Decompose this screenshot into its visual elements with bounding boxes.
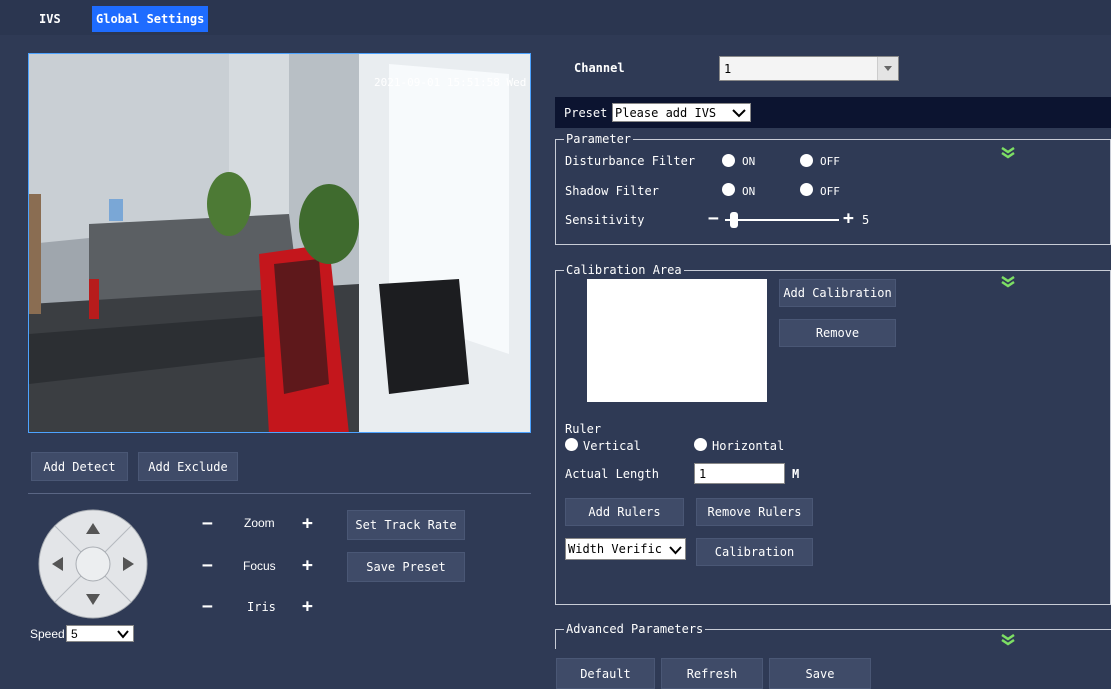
vertical-radio[interactable] [565, 438, 578, 451]
preset-select[interactable]: Please add IVS [612, 103, 751, 122]
iris-minus-button[interactable]: − [202, 598, 213, 616]
zoom-minus-button[interactable]: − [202, 515, 213, 533]
video-preview[interactable]: 2021-09-01 15:51:58 Wed [28, 53, 531, 433]
actual-length-label: Actual Length [565, 467, 659, 481]
width-verification-value: Width Verific [568, 542, 662, 556]
speed-label: Speed [30, 627, 65, 641]
zoom-plus-button[interactable]: + [302, 515, 313, 533]
add-rulers-button[interactable]: Add Rulers [565, 498, 684, 526]
collapse-chevron-icon[interactable] [1001, 276, 1015, 288]
vertical-label: Vertical [583, 439, 641, 453]
width-verification-select[interactable]: Width Verific [565, 538, 686, 560]
remove-calibration-button[interactable]: Remove [779, 319, 896, 347]
channel-dropdown-button[interactable] [877, 57, 898, 80]
default-button[interactable]: Default [556, 658, 655, 689]
calibration-area-canvas[interactable] [587, 279, 767, 402]
focus-plus-button[interactable]: + [302, 557, 313, 575]
sensitivity-plus-button[interactable]: + [843, 210, 854, 228]
channel-label: Channel [574, 61, 625, 75]
caret-down-icon [884, 66, 892, 71]
chevron-down-icon [117, 630, 129, 639]
ptz-joystick[interactable] [38, 509, 148, 619]
actual-length-input[interactable]: 1 [694, 463, 785, 484]
sensitivity-value: 5 [862, 213, 870, 227]
speed-value: 5 [71, 626, 78, 641]
shadow-off-label: OFF [820, 185, 840, 198]
save-preset-button[interactable]: Save Preset [347, 552, 465, 582]
iris-plus-button[interactable]: + [302, 598, 313, 616]
tab-global-settings[interactable]: Global Settings [92, 6, 209, 32]
tab-bar: IVS Global Settings [0, 0, 1111, 35]
camera-scene-image: 2021-09-01 15:51:58 Wed [29, 54, 530, 432]
horizontal-label: Horizontal [712, 439, 785, 453]
shadow-off-radio[interactable] [800, 183, 813, 196]
advanced-left-border [555, 629, 556, 649]
channel-value: 1 [724, 61, 732, 76]
remove-rulers-button[interactable]: Remove Rulers [696, 498, 813, 526]
video-timestamp: 2021-09-01 15:51:58 Wed [374, 76, 526, 89]
disturbance-on-label: ON [742, 155, 756, 168]
add-calibration-button[interactable]: Add Calibration [779, 279, 896, 307]
preset-label: Preset [564, 106, 608, 120]
advanced-parameters-legend[interactable]: Advanced Parameters [564, 622, 706, 636]
horizontal-radio[interactable] [694, 438, 707, 451]
refresh-button[interactable]: Refresh [661, 658, 763, 689]
set-track-rate-button[interactable]: Set Track Rate [347, 510, 465, 540]
preset-value: Please add IVS [615, 105, 717, 120]
preset-bar: Preset Please add IVS [555, 97, 1111, 128]
ruler-label: Ruler [565, 422, 602, 436]
disturbance-on-radio[interactable] [722, 154, 735, 167]
zoom-label: Zoom [244, 516, 275, 530]
add-exclude-button[interactable]: Add Exclude [138, 452, 238, 481]
sensitivity-slider-track[interactable] [725, 212, 839, 228]
chevron-down-icon [669, 546, 682, 555]
collapse-chevron-icon[interactable] [1001, 147, 1015, 159]
disturbance-off-label: OFF [820, 155, 840, 168]
expand-chevron-icon[interactable] [1001, 634, 1015, 646]
shadow-on-label: ON [742, 185, 756, 198]
tab-ivs[interactable]: IVS [35, 6, 65, 32]
divider [28, 493, 531, 494]
length-unit-label: M [792, 467, 800, 481]
channel-select[interactable]: 1 [719, 56, 899, 81]
iris-label: Iris [247, 600, 276, 614]
sensitivity-minus-button[interactable]: − [708, 210, 719, 228]
calibration-legend: Calibration Area [564, 263, 684, 277]
focus-label: Focus [243, 559, 276, 573]
calibration-button[interactable]: Calibration [696, 538, 813, 566]
chevron-down-icon [732, 109, 746, 118]
sensitivity-label: Sensitivity [565, 213, 645, 227]
shadow-on-radio[interactable] [722, 183, 735, 196]
parameter-legend: Parameter [564, 132, 634, 146]
sensitivity-slider-thumb[interactable] [730, 212, 738, 228]
save-button[interactable]: Save [769, 658, 871, 689]
speed-select[interactable]: 5 [66, 625, 134, 642]
shadow-filter-label: Shadow Filter [565, 184, 659, 198]
parameter-border [555, 139, 1111, 140]
disturbance-off-radio[interactable] [800, 154, 813, 167]
focus-minus-button[interactable]: − [202, 557, 213, 575]
add-detect-button[interactable]: Add Detect [31, 452, 128, 481]
disturbance-filter-label: Disturbance Filter [565, 154, 696, 168]
